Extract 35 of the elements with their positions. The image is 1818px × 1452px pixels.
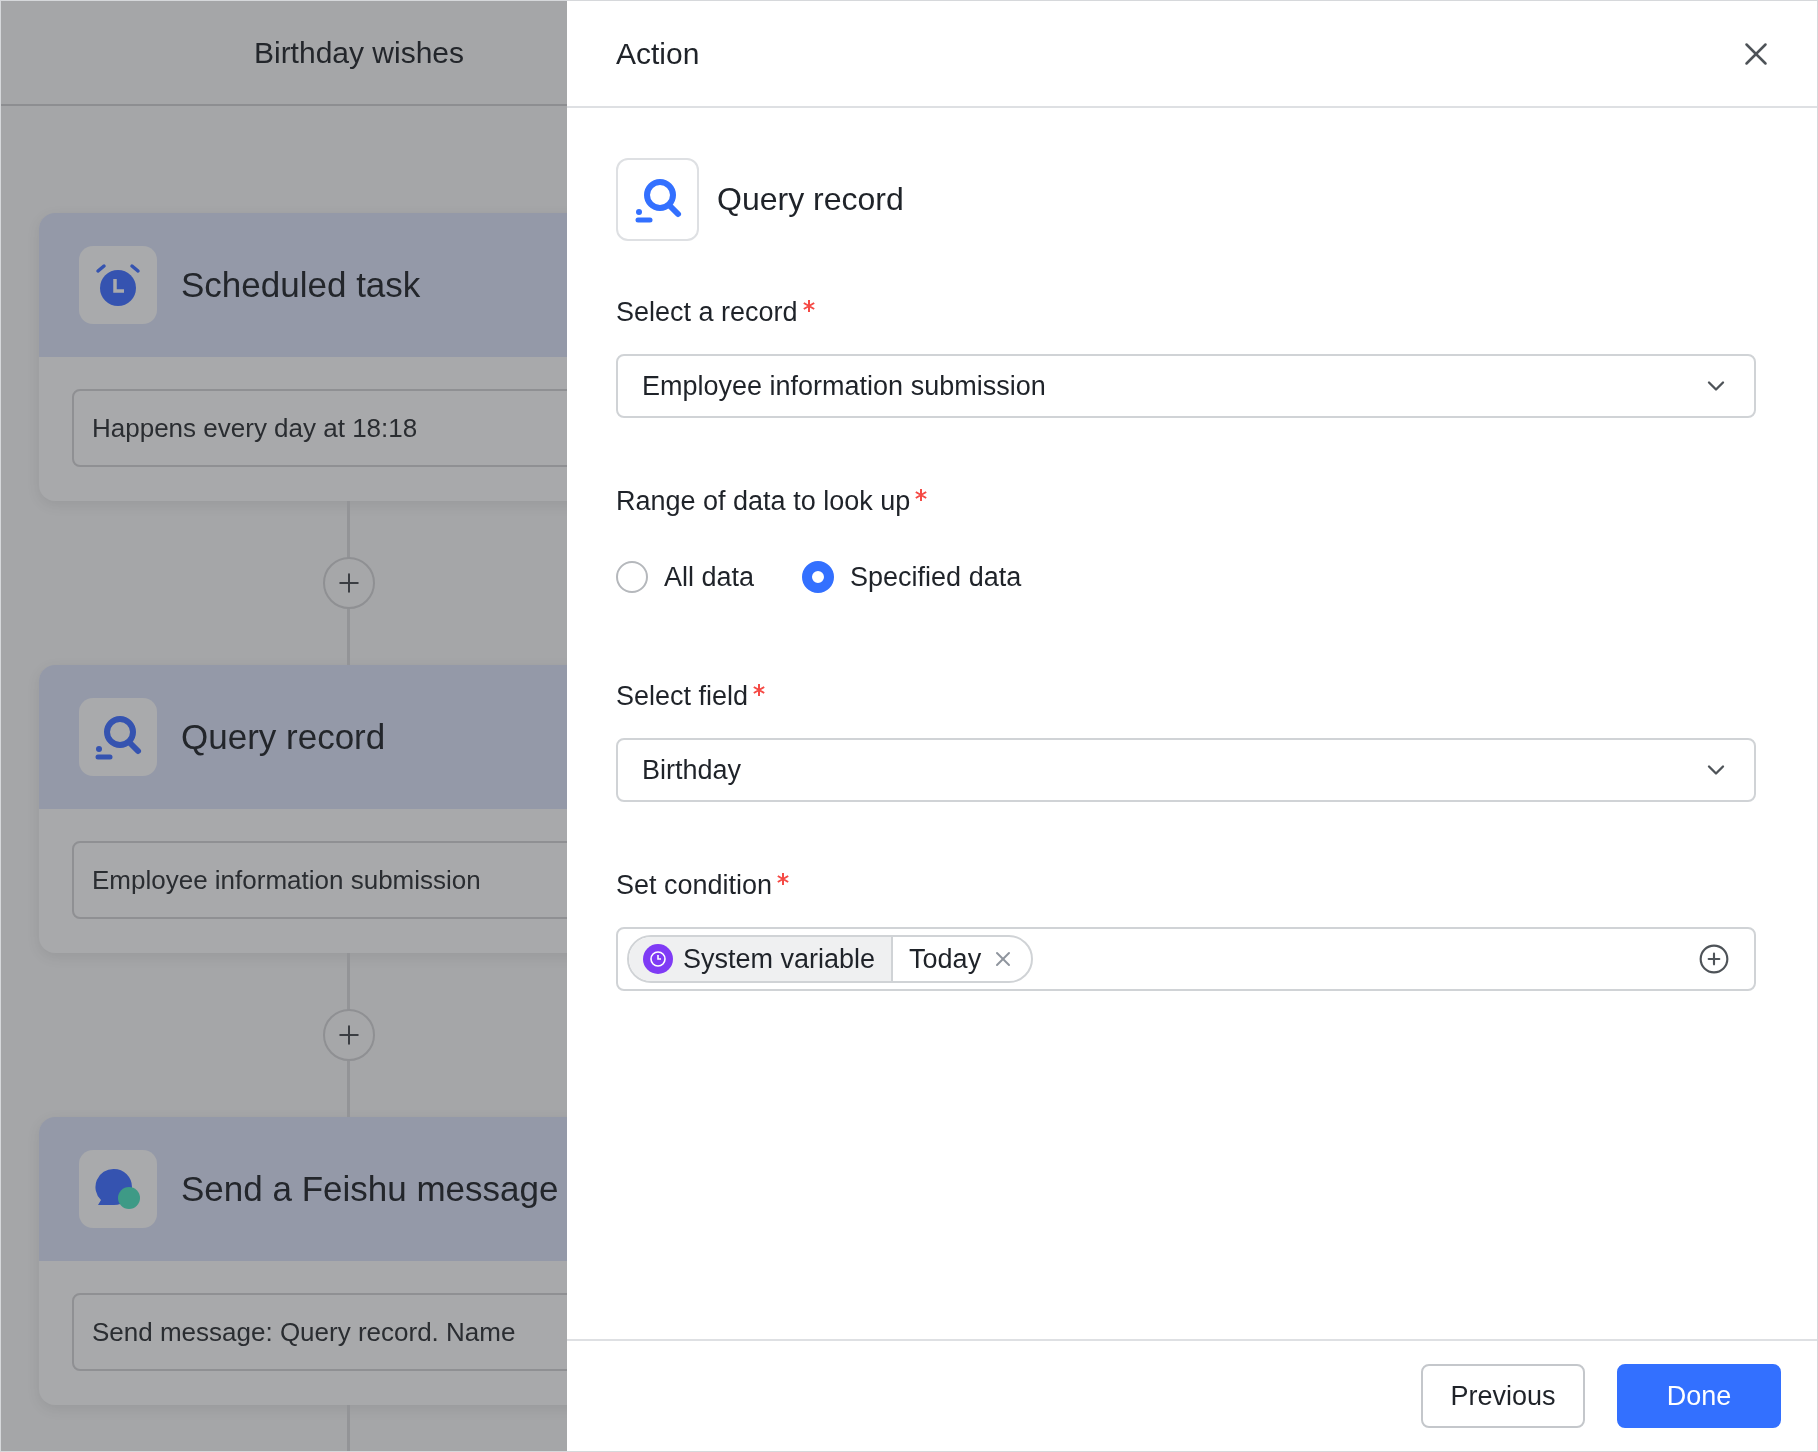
- radio-option[interactable]: Specified data: [802, 561, 1022, 593]
- clock-icon: [643, 944, 673, 974]
- select-field[interactable]: Birthday: [616, 738, 1756, 802]
- step-card[interactable]: Send a Feishu message Send message: Query record. Name: [39, 1117, 567, 1405]
- step-card[interactable]: Query record Employee information submission: [39, 665, 567, 953]
- add-step-button[interactable]: [323, 1009, 375, 1061]
- alarm-clock-icon: [95, 263, 141, 307]
- done-button[interactable]: Done: [1617, 1364, 1781, 1428]
- previous-button[interactable]: Previous: [1421, 1364, 1585, 1428]
- flow-title: Birthday wishes: [253, 35, 465, 70]
- radio-button[interactable]: [802, 561, 835, 593]
- step-title: Send a Feishu message: [181, 1169, 559, 1209]
- variable-source: System variable: [683, 943, 876, 975]
- field-label: Select a record: [616, 297, 798, 328]
- radio-option[interactable]: All data: [616, 561, 755, 593]
- variable-value: Today: [909, 943, 982, 975]
- search-icon: [93, 714, 143, 760]
- radio-button[interactable]: [616, 561, 648, 593]
- field-label: Range of data to look up: [616, 486, 911, 517]
- add-step-button[interactable]: [323, 557, 375, 609]
- add-condition-button[interactable]: [1698, 943, 1730, 975]
- step-summary: Employee information submission: [72, 841, 567, 919]
- step-card[interactable]: Scheduled task Happens every day at 18:18: [39, 213, 567, 501]
- step-summary: Happens every day at 18:18: [72, 389, 567, 467]
- select-field[interactable]: Employee information submission: [616, 354, 1756, 418]
- condition-field[interactable]: System variable Today: [616, 927, 1756, 991]
- chat-bubble-icon: [94, 1167, 142, 1211]
- drawer-title: Action: [616, 36, 700, 71]
- step-title: Scheduled task: [181, 265, 421, 305]
- field-label: Set condition: [616, 870, 773, 901]
- add-icon: [1698, 943, 1730, 975]
- field-label: Select field: [616, 681, 749, 712]
- step-summary: Send message: Query record. Name: [72, 1293, 567, 1371]
- step-title: Query record: [181, 717, 386, 757]
- action-title: Query record: [717, 181, 904, 218]
